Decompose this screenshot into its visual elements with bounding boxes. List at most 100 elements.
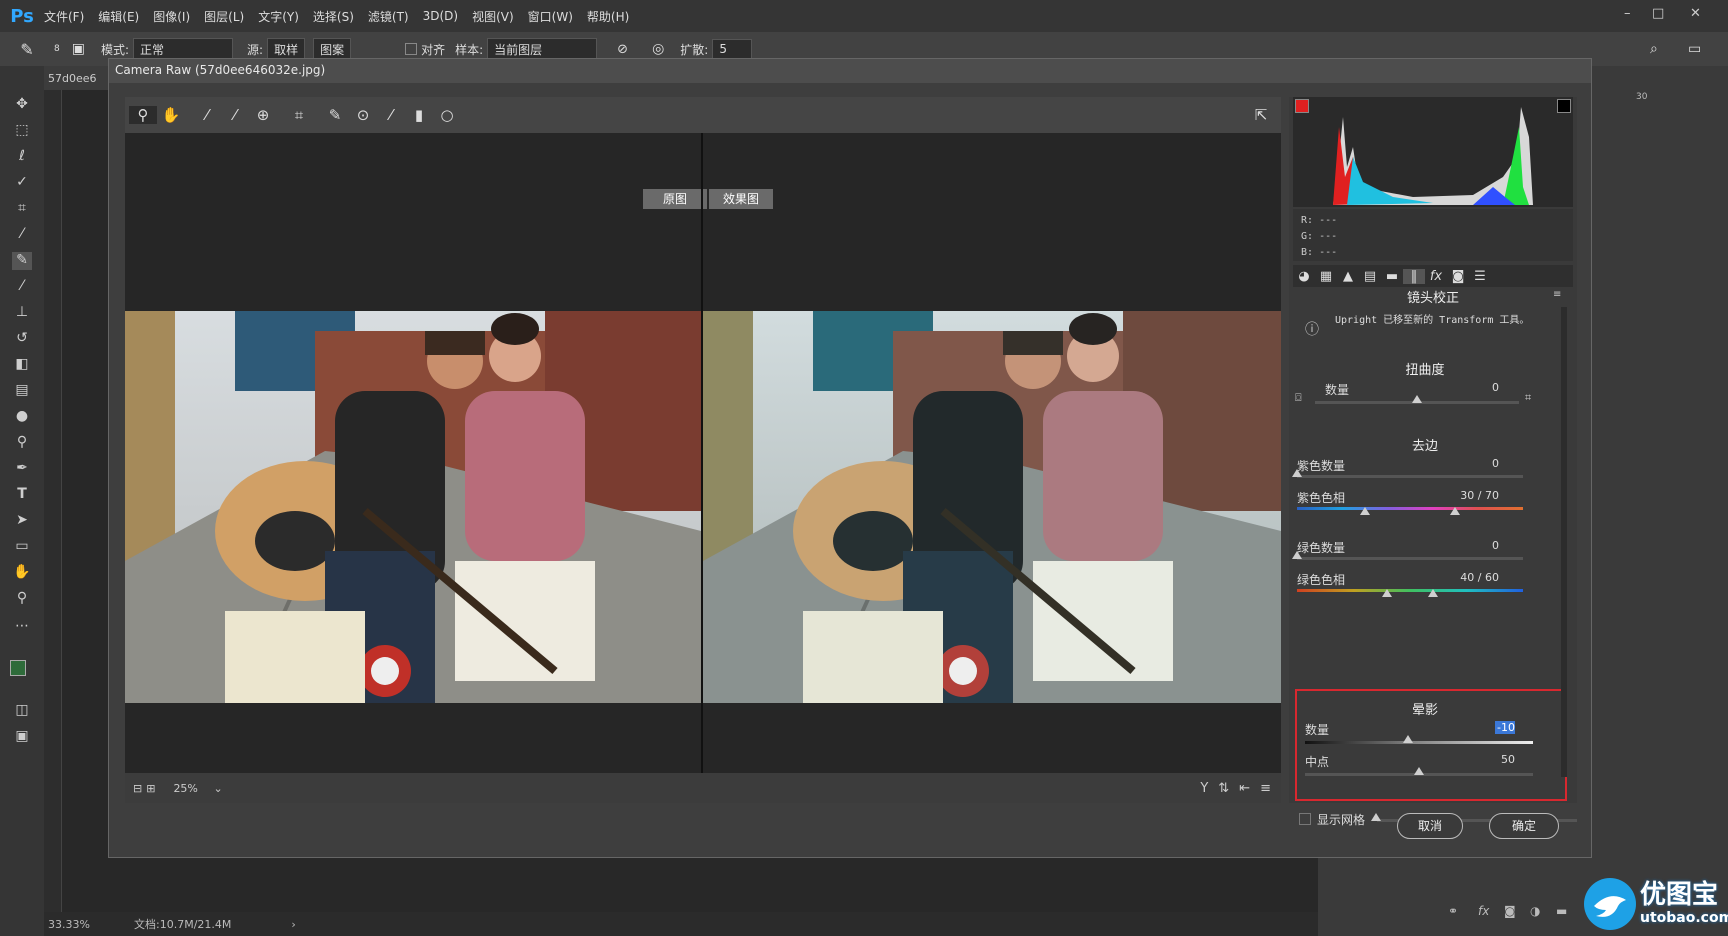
align-checkbox[interactable] bbox=[405, 43, 418, 55]
vignette-amount-track[interactable] bbox=[1305, 741, 1533, 744]
green-amount-track[interactable] bbox=[1297, 557, 1523, 560]
eyedropper-tool-icon[interactable]: ⁄ bbox=[12, 226, 32, 244]
adjustment-brush-icon[interactable]: ⁄ bbox=[377, 106, 405, 124]
grid-size-thumb[interactable] bbox=[1371, 813, 1381, 821]
spot-removal-tool-icon[interactable]: ✎ bbox=[321, 106, 349, 124]
pen-tool-icon[interactable]: ✒ bbox=[12, 460, 32, 478]
dodge-tool-icon[interactable]: ⚲ bbox=[12, 434, 32, 452]
gradient-tool-icon[interactable]: ▤ bbox=[12, 382, 32, 400]
white-balance-tool-icon[interactable]: ⁄ bbox=[193, 106, 221, 124]
vignette-midpoint-thumb[interactable] bbox=[1414, 767, 1424, 775]
ok-button[interactable]: 确定 bbox=[1489, 813, 1559, 839]
search-icon[interactable]: ⌕ bbox=[1650, 41, 1658, 57]
menu-layer[interactable]: 图层(L) bbox=[204, 8, 244, 25]
ignore-adjustment-icon[interactable]: ⊘ bbox=[617, 42, 628, 57]
shape-tool-icon[interactable]: ▭ bbox=[12, 538, 32, 556]
purple-hue-track[interactable] bbox=[1297, 507, 1523, 510]
link-layers-icon[interactable]: ⚭ bbox=[1448, 904, 1458, 918]
purple-hue-high-thumb[interactable] bbox=[1450, 507, 1461, 515]
zoom-tool-icon[interactable]: ⚲ bbox=[129, 106, 157, 124]
menu-image[interactable]: 图像(I) bbox=[153, 8, 190, 25]
blur-tool-icon[interactable]: ● bbox=[12, 408, 32, 426]
brush-preset-icon[interactable]: ▣ bbox=[72, 41, 85, 57]
graduated-filter-icon[interactable]: ▮ bbox=[405, 106, 433, 124]
green-amount-thumb[interactable] bbox=[1292, 551, 1302, 559]
path-select-tool-icon[interactable]: ➤ bbox=[12, 512, 32, 530]
workspace-icon[interactable]: ▭ bbox=[1688, 41, 1701, 57]
stamp-tool-icon[interactable]: ⊥ bbox=[12, 304, 32, 322]
healing-brush-tool-icon[interactable]: ✎ bbox=[0, 40, 54, 59]
split-toning-tab-icon[interactable]: ▬ bbox=[1381, 269, 1403, 284]
move-tool-icon[interactable]: ✥ bbox=[12, 96, 32, 114]
brush-size-value[interactable]: 8 bbox=[54, 44, 60, 54]
after-view-label[interactable]: 效果图 bbox=[709, 189, 773, 209]
distortion-amount-value[interactable]: 0 bbox=[1459, 381, 1499, 394]
pressure-icon[interactable]: ◎ bbox=[652, 41, 664, 57]
menu-type[interactable]: 文字(Y) bbox=[258, 8, 299, 25]
hsl-tab-icon[interactable]: ▤ bbox=[1359, 269, 1381, 284]
menu-edit[interactable]: 编辑(E) bbox=[98, 8, 139, 25]
menu-select[interactable]: 选择(S) bbox=[313, 8, 354, 25]
lasso-tool-icon[interactable]: ℓ bbox=[12, 148, 32, 166]
maximize-button[interactable]: □ bbox=[1652, 6, 1664, 21]
presets-tab-icon[interactable]: ☰ bbox=[1469, 269, 1491, 284]
document-tab[interactable]: 57d0ee6 bbox=[44, 66, 114, 90]
fx-icon[interactable]: fx bbox=[1478, 904, 1489, 918]
panel-scrollbar[interactable] bbox=[1561, 307, 1567, 777]
camera-calibration-tab-icon[interactable]: ◙ bbox=[1447, 269, 1469, 284]
zoom-status[interactable]: 33.33% bbox=[44, 918, 124, 931]
screen-mode-icon[interactable]: ▣ bbox=[12, 728, 32, 746]
effects-tab-icon[interactable]: fx bbox=[1425, 269, 1447, 284]
show-grid-checkbox[interactable] bbox=[1299, 813, 1311, 825]
status-arrow-icon[interactable]: › bbox=[291, 918, 295, 931]
menu-3d[interactable]: 3D(D) bbox=[423, 9, 458, 23]
vignette-midpoint-value[interactable]: 50 bbox=[1479, 753, 1515, 766]
vignette-amount-thumb[interactable] bbox=[1402, 735, 1413, 743]
purple-amount-value[interactable]: 0 bbox=[1459, 457, 1499, 470]
targeted-adjustment-tool-icon[interactable]: ⊕ bbox=[249, 106, 277, 124]
foreground-color-swatch[interactable] bbox=[10, 660, 26, 676]
history-brush-tool-icon[interactable]: ↺ bbox=[12, 330, 32, 348]
radial-filter-icon[interactable]: ○ bbox=[433, 106, 461, 124]
healing-tool-icon[interactable]: ✎ bbox=[12, 252, 32, 270]
doc-size-status[interactable]: 文档:10.7M/21.4M bbox=[134, 916, 231, 932]
adjustment-icon[interactable]: ◑ bbox=[1530, 904, 1540, 918]
color-sampler-tool-icon[interactable]: ⁄ bbox=[221, 106, 249, 124]
menu-filter[interactable]: 滤镜(T) bbox=[368, 8, 409, 25]
more-tools-icon[interactable]: ⋯ bbox=[12, 618, 32, 636]
minimize-button[interactable]: – bbox=[1624, 6, 1631, 21]
crop-tool-icon[interactable]: ⌗ bbox=[12, 200, 32, 218]
marquee-tool-icon[interactable]: ⬚ bbox=[12, 122, 32, 140]
type-tool-icon[interactable]: T bbox=[12, 486, 32, 504]
green-amount-value[interactable]: 0 bbox=[1459, 539, 1499, 552]
panel-menu-icon[interactable]: ≡ bbox=[1553, 289, 1561, 300]
before-view-label[interactable]: 原图 bbox=[643, 189, 707, 209]
red-eye-tool-icon[interactable]: ⊙ bbox=[349, 106, 377, 124]
vignette-amount-value[interactable]: -10 bbox=[1495, 721, 1515, 734]
eraser-tool-icon[interactable]: ◧ bbox=[12, 356, 32, 374]
zoom-dropdown-icon[interactable]: ⌄ bbox=[213, 782, 222, 795]
crop-tool-icon[interactable]: ⌗ bbox=[285, 106, 313, 124]
menu-help[interactable]: 帮助(H) bbox=[587, 8, 629, 25]
hand-tool-icon[interactable]: ✋ bbox=[12, 564, 32, 582]
menu-window[interactable]: 窗口(W) bbox=[528, 8, 573, 25]
purple-hue-low-thumb[interactable] bbox=[1359, 507, 1370, 515]
green-hue-low-thumb[interactable] bbox=[1382, 589, 1393, 597]
zoom-tool-icon[interactable]: ⚲ bbox=[12, 590, 32, 608]
brush-tool-icon[interactable]: ⁄ bbox=[12, 278, 32, 296]
menu-file[interactable]: 文件(F) bbox=[44, 8, 84, 25]
basic-tab-icon[interactable]: ◕ bbox=[1293, 269, 1315, 284]
swap-settings-icon[interactable]: ⇅ bbox=[1218, 781, 1229, 796]
close-button[interactable]: ✕ bbox=[1690, 6, 1701, 21]
copy-settings-icon[interactable]: ⇤ bbox=[1239, 781, 1250, 796]
before-after-view-icon[interactable]: Y bbox=[1200, 781, 1208, 796]
green-hue-value[interactable]: 40 / 60 bbox=[1439, 571, 1499, 584]
zoom-level[interactable]: 25% bbox=[173, 782, 213, 795]
diffusion-input[interactable]: 5 bbox=[712, 39, 753, 59]
green-hue-high-thumb[interactable] bbox=[1427, 589, 1438, 597]
mask-icon[interactable]: ◙ bbox=[1504, 904, 1516, 918]
green-hue-track[interactable] bbox=[1297, 589, 1523, 592]
zoom-in-icon[interactable]: ⊞ bbox=[146, 782, 155, 795]
preview-area[interactable]: 原图 效果图 bbox=[125, 133, 1281, 773]
distortion-amount-thumb[interactable] bbox=[1412, 395, 1422, 403]
